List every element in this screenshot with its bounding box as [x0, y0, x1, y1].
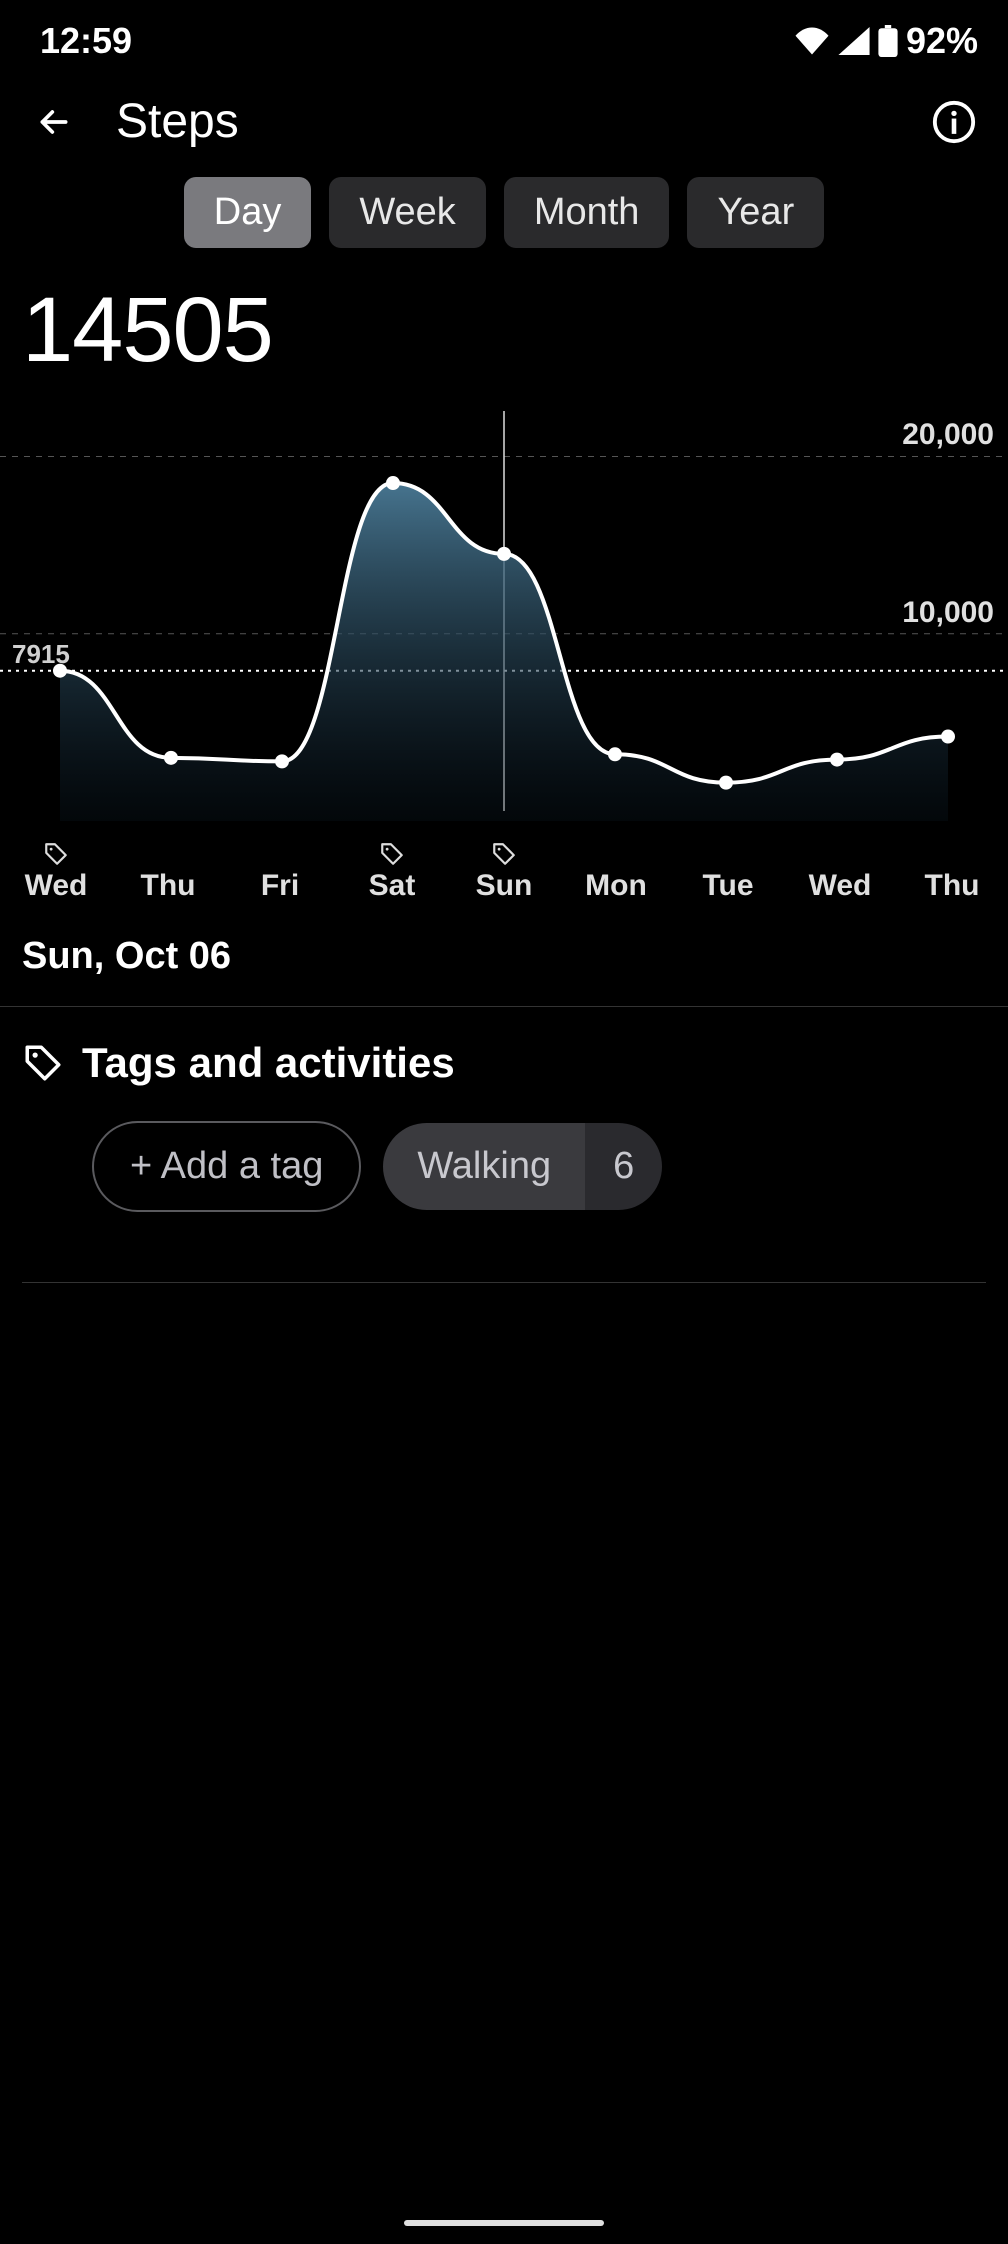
- tag-chip[interactable]: Walking 6: [383, 1123, 662, 1210]
- section-title: Tags and activities: [82, 1039, 455, 1087]
- status-bar: 12:59 92%: [0, 0, 1008, 72]
- time-range-tabs: DayWeek MonthYear: [0, 171, 1008, 268]
- tab-week[interactable]: Week: [329, 177, 485, 248]
- tag-chip-count: 6: [585, 1123, 662, 1210]
- add-tag-button[interactable]: + Add a tag: [92, 1121, 361, 1212]
- back-button[interactable]: [30, 98, 78, 146]
- x-tick: Wed: [784, 841, 896, 911]
- x-tick: Sat: [336, 841, 448, 911]
- steps-chart[interactable]: 20,000 10,000 7915 Wed Thu Fri Sat Sun Mon Tue…: [0, 401, 1008, 911]
- battery-icon: [878, 25, 898, 57]
- x-tick-label: Sun: [476, 869, 533, 903]
- battery-percent: 92%: [906, 20, 978, 62]
- x-tick: Thu: [112, 841, 224, 911]
- x-tick-label: Thu: [141, 869, 196, 903]
- status-time: 12:59: [40, 20, 132, 62]
- header: Steps: [0, 72, 1008, 171]
- cellular-icon: [838, 27, 870, 55]
- x-tick-label: Wed: [25, 869, 88, 903]
- status-right: 92%: [794, 20, 978, 62]
- x-tick: Wed: [0, 841, 112, 911]
- divider: [22, 1282, 986, 1283]
- x-tick: Fri: [224, 841, 336, 911]
- x-tick-label: Mon: [585, 869, 647, 903]
- tag-chip-label: Walking: [383, 1123, 585, 1210]
- x-tick-label: Wed: [809, 869, 872, 903]
- tag-icon: [43, 841, 69, 867]
- wifi-icon: [794, 27, 830, 55]
- x-axis: Wed Thu Fri Sat Sun Mon Tue Wed Thu: [0, 841, 1008, 911]
- tab-year[interactable]: Year: [687, 177, 824, 248]
- arrow-left-icon: [34, 102, 74, 142]
- page-title: Steps: [116, 94, 892, 149]
- tags-section: Tags and activities + Add a tag Walking …: [0, 1007, 1008, 1244]
- y-tick-label: 10,000: [902, 596, 994, 630]
- y-tick-label: 20,000: [902, 418, 994, 452]
- tab-day[interactable]: Day: [184, 177, 312, 248]
- x-tick: Mon: [560, 841, 672, 911]
- tag-icon: [379, 841, 405, 867]
- x-tick: Thu: [896, 841, 1008, 911]
- tag-icon: [22, 1042, 64, 1084]
- x-tick: Sun: [448, 841, 560, 911]
- x-tick-label: Sat: [369, 869, 416, 903]
- info-button[interactable]: [930, 98, 978, 146]
- info-icon: [931, 99, 977, 145]
- home-indicator[interactable]: [404, 2220, 604, 2226]
- tag-chips: + Add a tag Walking 6: [22, 1121, 986, 1212]
- x-tick-label: Fri: [261, 869, 299, 903]
- x-tick-label: Thu: [925, 869, 980, 903]
- steps-value: 14505: [0, 268, 1008, 391]
- section-header: Tags and activities: [22, 1039, 986, 1087]
- x-tick-label: Tue: [702, 869, 753, 903]
- selected-date: Sun, Oct 06: [0, 911, 1008, 1006]
- x-tick: Tue: [672, 841, 784, 911]
- avg-marker-label: 7915: [12, 639, 70, 670]
- tab-month[interactable]: Month: [504, 177, 670, 248]
- tag-icon: [491, 841, 517, 867]
